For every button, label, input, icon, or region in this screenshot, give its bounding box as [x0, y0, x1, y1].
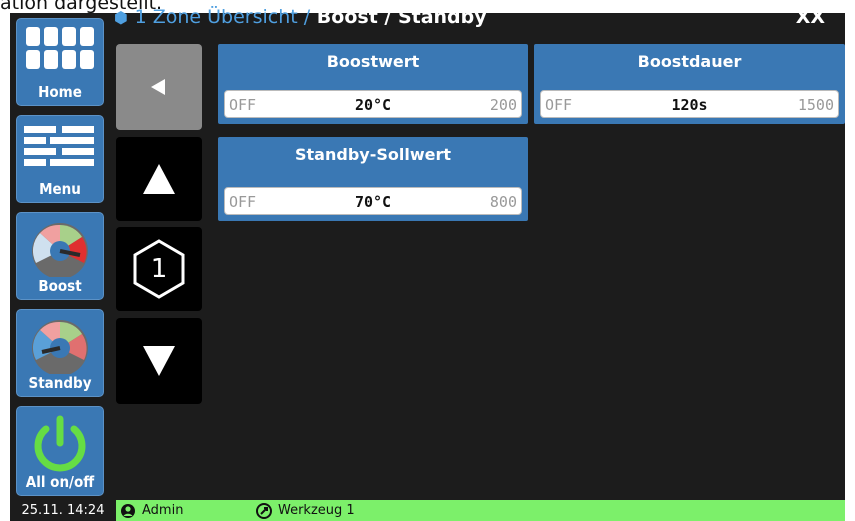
sidebar-item-home[interactable]: Home: [16, 18, 104, 106]
value-current: 120s: [671, 96, 708, 114]
value-current: 20°C: [354, 96, 392, 114]
breadcrumb-zone-link[interactable]: 1 Zone Übersicht /: [135, 6, 311, 28]
sidebar-item-boost[interactable]: Boost: [16, 212, 104, 300]
param-boostwert: Boostwert OFF 20°C 200: [218, 44, 528, 124]
tool-icon: [256, 502, 272, 519]
boostdauer-value-field[interactable]: OFF 120s 1500: [540, 90, 839, 118]
power-icon: [17, 413, 103, 473]
triangle-down-icon: [143, 346, 175, 376]
value-current: 70°C: [354, 193, 392, 211]
param-standby-sollwert: Standby-Sollwert OFF 70°C 800: [218, 137, 528, 221]
scroll-up-button[interactable]: [116, 137, 202, 221]
back-button[interactable]: [116, 44, 202, 130]
breadcrumb: ⬢ 1 Zone Übersicht / Boost / Standby: [114, 4, 487, 30]
status-tool-label: Werkzeug 1: [278, 503, 355, 518]
sidebar-label: All on/off: [25, 473, 95, 491]
boostwert-value-field[interactable]: OFF 20°C 200: [224, 90, 522, 118]
sidebar-label: Standby: [28, 374, 92, 392]
zone-selector[interactable]: 1: [116, 227, 202, 311]
status-user[interactable]: Admin: [120, 500, 183, 521]
menu-icon: [17, 122, 103, 172]
status-bar: Admin Werkzeug 1: [116, 500, 845, 521]
user-icon: [121, 503, 135, 518]
param-title: Boostdauer: [637, 52, 742, 71]
zone-number: 1: [150, 254, 168, 284]
header-right-label: XX: [795, 6, 825, 28]
triangle-left-icon: [151, 79, 165, 95]
param-boostdauer: Boostdauer OFF 120s 1500: [534, 44, 845, 124]
sidebar-label: Boost: [38, 277, 82, 295]
sidebar-item-standby[interactable]: Standby: [16, 309, 104, 397]
status-user-label: Admin: [142, 503, 184, 518]
value-max: 200: [489, 96, 517, 114]
scroll-down-button[interactable]: [116, 318, 202, 404]
status-tool[interactable]: Werkzeug 1: [256, 500, 355, 521]
sidebar-item-menu[interactable]: Menu: [16, 115, 104, 203]
param-title: Boostwert: [326, 52, 420, 71]
value-max: 800: [489, 193, 517, 211]
param-title: Standby-Sollwert: [295, 145, 451, 164]
page-title: Boost / Standby: [316, 6, 487, 28]
standby-gauge-icon: [17, 316, 103, 374]
zone-icon: ⬢: [114, 8, 128, 27]
value-max: 1500: [797, 96, 834, 114]
sidebar-label: Menu: [39, 180, 81, 198]
sidebar-item-all-on-off[interactable]: All on/off: [16, 406, 104, 496]
boost-gauge-icon: [17, 219, 103, 277]
home-grid-icon: [17, 25, 103, 71]
status-datetime: 25.11. 14:24: [10, 500, 116, 521]
sidebar-label: Home: [38, 83, 82, 101]
standby-sollwert-value-field[interactable]: OFF 70°C 800: [224, 187, 522, 215]
triangle-up-icon: [143, 164, 175, 194]
